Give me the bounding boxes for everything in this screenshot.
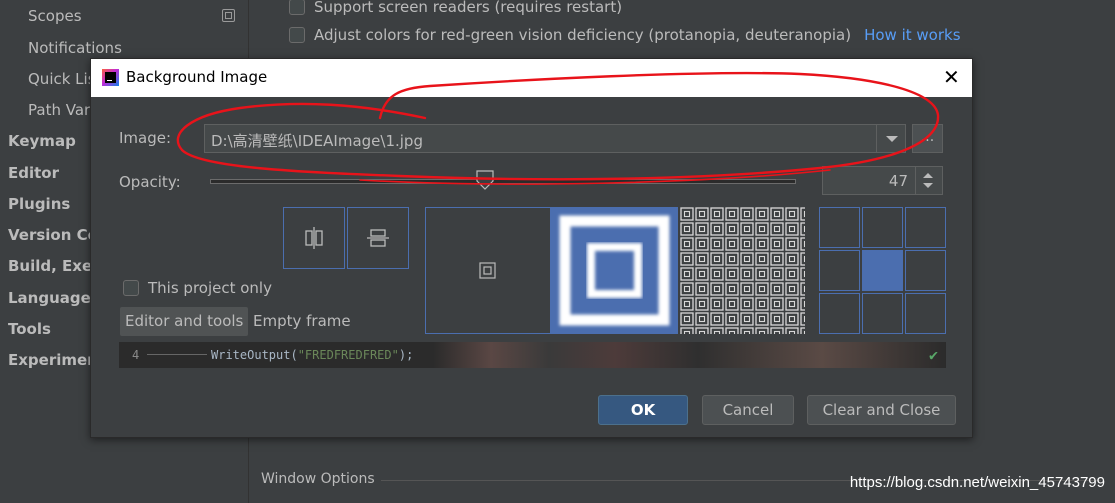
browse-button[interactable]: ... [912, 124, 943, 153]
screen-readers-option[interactable]: Support screen readers (requires restart… [289, 0, 622, 16]
flip-vertical-icon [367, 229, 389, 247]
ok-button[interactable]: OK [598, 395, 688, 425]
preview-code-end: ); [398, 348, 414, 362]
image-path-combobox[interactable]: D:\高清壁纸\IDEAImage\1.jpg [204, 124, 906, 153]
adjust-colors-option[interactable]: Adjust colors for red-green vision defic… [289, 26, 961, 44]
anchor-top-center[interactable] [862, 207, 903, 248]
project-only-label: This project only [148, 279, 272, 297]
sidebar-item-keymap[interactable]: Keymap [8, 132, 76, 150]
spinner-arrows[interactable] [915, 167, 942, 194]
target-editor-tools-button[interactable]: Editor and tools [120, 307, 249, 336]
sidebar-item-notifications[interactable]: Notifications [28, 39, 122, 57]
spin-down-icon[interactable] [923, 183, 933, 188]
sidebar-item-tools[interactable]: Tools [8, 320, 51, 338]
anchor-bottom-left[interactable] [819, 293, 860, 334]
anchor-middle-right[interactable] [905, 250, 946, 291]
cancel-button[interactable]: Cancel [702, 395, 794, 425]
tiled-image-icon [680, 207, 805, 334]
preview-code-string: "FREDFREDFRED" [297, 348, 399, 362]
dialog-title: Background Image [126, 68, 268, 86]
editor-preview: 4 WriteOutput("FREDFREDFRED"); ✔ [119, 342, 946, 368]
project-only-option[interactable]: This project only [123, 279, 272, 297]
sidebar-item-languages[interactable]: Languages [8, 289, 100, 307]
window-options-heading: Window Options [261, 471, 375, 487]
copy-icon [222, 9, 235, 22]
sidebar-item-plugins[interactable]: Plugins [8, 195, 70, 213]
intellij-logo-icon [102, 69, 119, 86]
flip-vertical-button[interactable] [347, 207, 409, 269]
fill-mode-plain[interactable] [425, 207, 551, 334]
flip-horizontal-button[interactable] [283, 207, 345, 269]
watermark: https://blog.csdn.net/weixin_45743799 [849, 474, 1105, 491]
anchor-middle-left[interactable] [819, 250, 860, 291]
preview-line-number: 4 [132, 348, 140, 362]
close-icon[interactable]: ✕ [943, 67, 960, 87]
opacity-slider-thumb[interactable] [476, 170, 495, 190]
fill-mode-scale[interactable] [551, 207, 678, 334]
screen-readers-label: Support screen readers (requires restart… [314, 0, 623, 16]
target-empty-frame-button[interactable]: Empty frame [248, 307, 356, 336]
sidebar-item-path-variables[interactable]: Path Vari [28, 101, 94, 119]
how-it-works-link[interactable]: How it works [864, 26, 960, 44]
project-only-checkbox[interactable] [123, 280, 139, 296]
sidebar-item-version-control[interactable]: Version Co [8, 226, 98, 244]
flip-horizontal-icon [305, 227, 323, 249]
image-path-value[interactable]: D:\高清壁纸\IDEAImage\1.jpg [211, 130, 423, 151]
anchor-position-grid [819, 207, 946, 334]
spin-up-icon[interactable] [923, 173, 933, 178]
sidebar-item-editor[interactable]: Editor [8, 164, 59, 182]
inspection-ok-icon: ✔ [928, 346, 938, 364]
background-image-dialog: Background Image ✕ Image: D:\高清壁纸\IDEAIm… [90, 58, 973, 438]
adjust-colors-checkbox[interactable] [289, 27, 305, 43]
anchor-bottom-right[interactable] [905, 293, 946, 334]
opacity-label: Opacity: [119, 173, 181, 191]
preview-code: WriteOutput("FREDFREDFRED"); [211, 348, 413, 362]
scaled-image-icon [559, 215, 670, 326]
clear-and-close-button[interactable]: Clear and Close [807, 395, 956, 425]
preview-tab-arrow [147, 354, 207, 355]
dialog-titlebar: Background Image ✕ [91, 59, 972, 97]
adjust-colors-label: Adjust colors for red-green vision defic… [314, 26, 852, 44]
anchor-top-left[interactable] [819, 207, 860, 248]
fill-mode-tile[interactable] [680, 207, 805, 334]
opacity-spinner[interactable]: 47 [822, 166, 943, 195]
anchor-top-right[interactable] [905, 207, 946, 248]
sidebar-item-scopes[interactable]: Scopes [28, 7, 82, 25]
center-image-icon [479, 262, 496, 279]
screen-readers-checkbox[interactable] [289, 0, 305, 15]
image-label: Image: [119, 129, 172, 147]
sidebar-item-build-execution[interactable]: Build, Exec [8, 257, 101, 275]
preview-code-fn: WriteOutput( [211, 348, 298, 362]
anchor-bottom-center[interactable] [862, 293, 903, 334]
chevron-down-icon[interactable] [876, 125, 905, 152]
opacity-slider[interactable] [210, 179, 796, 184]
anchor-center[interactable] [862, 250, 903, 291]
opacity-value[interactable]: 47 [889, 172, 908, 190]
sidebar-item-quick-lists[interactable]: Quick Lis [28, 70, 96, 88]
